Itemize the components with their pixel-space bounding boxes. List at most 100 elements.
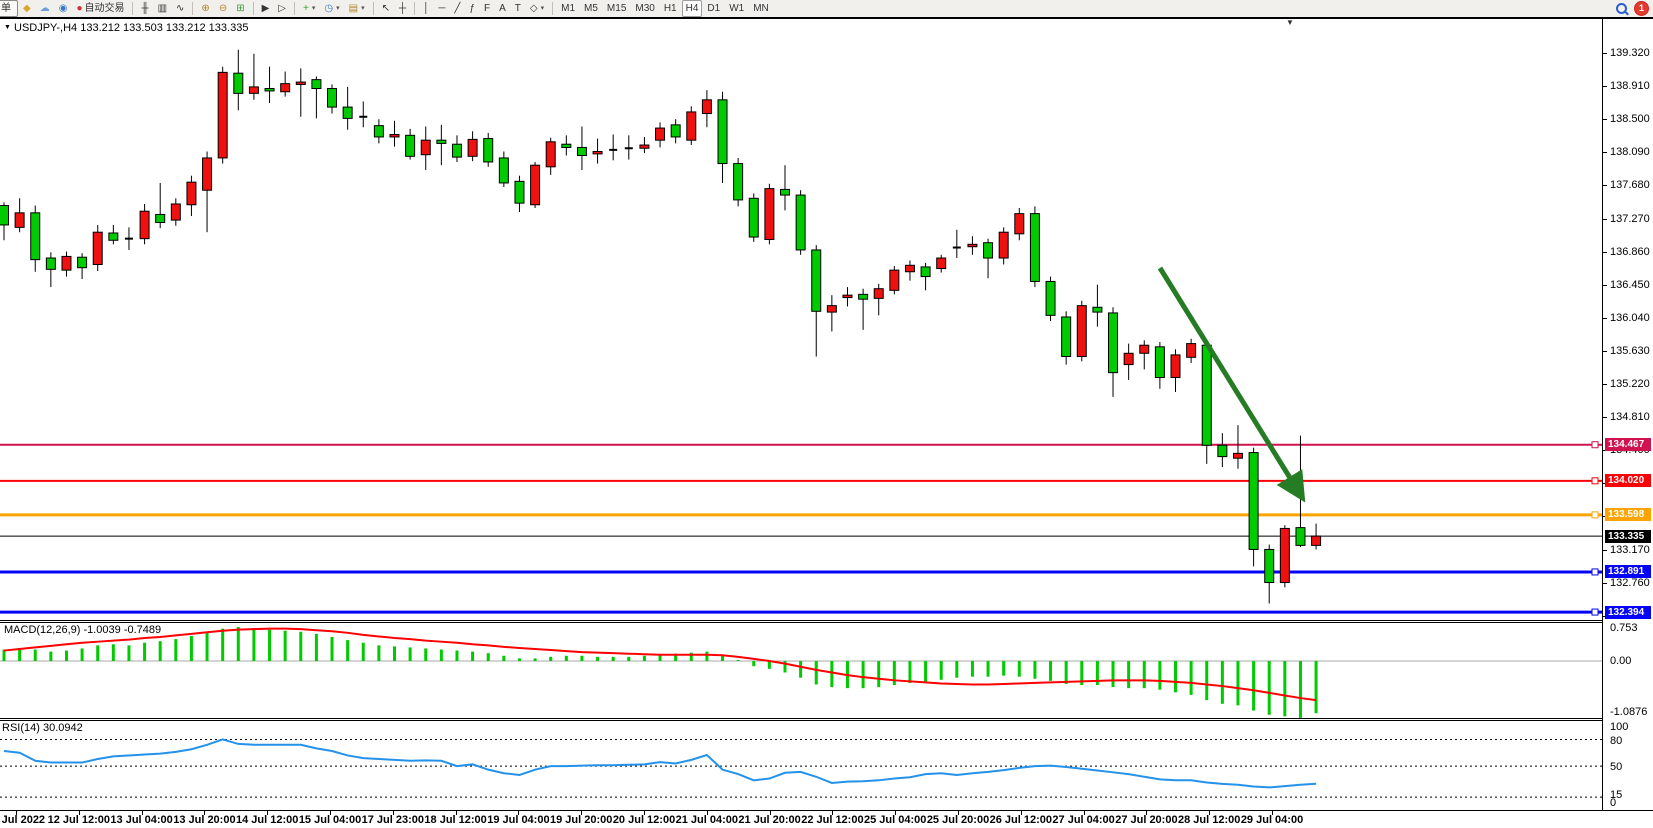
chart-canvas[interactable] bbox=[0, 17, 1602, 811]
toolbar-separator bbox=[414, 2, 415, 15]
symbol-ohlc-label: USDJPY-,H4 133.212 133.503 133.212 133.3… bbox=[14, 22, 248, 34]
chart-shift-icon: ▷ bbox=[278, 2, 286, 16]
arrows-icon[interactable]: ◇▾ bbox=[526, 0, 548, 17]
line-chart-icon[interactable]: ∿ bbox=[172, 0, 188, 17]
price-tick-label: 139.320 bbox=[1610, 47, 1650, 59]
text-icon[interactable]: A bbox=[495, 0, 510, 17]
candles[interactable] bbox=[0, 50, 1321, 604]
time-tick-label: 22 Jul 12:00 bbox=[801, 814, 863, 826]
fibonacci-icon: F bbox=[484, 2, 490, 16]
price-axis[interactable]: 139.320138.910138.500138.090137.680137.2… bbox=[1602, 19, 1653, 810]
signals-icon[interactable]: ◉ bbox=[55, 0, 72, 17]
timeframe-m1[interactable]: M1 bbox=[557, 0, 579, 17]
timeframe-w1[interactable]: W1 bbox=[725, 0, 748, 17]
new-order-button[interactable]: 单 bbox=[0, 0, 18, 17]
price-tick-label: 135.220 bbox=[1610, 378, 1650, 390]
bar-chart-icon[interactable]: ╫ bbox=[137, 0, 152, 17]
level-anchor-icon[interactable] bbox=[1592, 569, 1598, 575]
notification-badge[interactable]: 1 bbox=[1635, 2, 1648, 15]
timeframe-h1[interactable]: H1 bbox=[660, 0, 681, 17]
zoom-in-icon[interactable]: ⊕ bbox=[197, 0, 213, 17]
price-level-badge[interactable]: 134.467 bbox=[1605, 438, 1651, 451]
indicators-button[interactable]: +▾ bbox=[299, 0, 319, 17]
level-anchor-icon[interactable] bbox=[1592, 478, 1598, 484]
autotrading-button: ● bbox=[76, 2, 82, 16]
pane-separator[interactable] bbox=[0, 622, 1653, 623]
toolbar: 单◆☁◉●自动交易╫▥∿⊕⊖⊞▶▷+▾◷▾▤▾↖┼│─╱ƒFAT◇▾M1M5M1… bbox=[0, 0, 1653, 17]
search-icon[interactable] bbox=[1616, 3, 1627, 14]
pane-separator[interactable] bbox=[0, 720, 1653, 721]
history-center-icon[interactable]: ◆ bbox=[19, 0, 35, 17]
periods-button[interactable]: ◷▾ bbox=[320, 0, 343, 17]
price-tick-label: 136.860 bbox=[1610, 246, 1650, 258]
timeframe-m30[interactable]: M30 bbox=[631, 0, 658, 17]
price-tick-label: 138.910 bbox=[1610, 80, 1650, 92]
candlestick-chart-icon[interactable]: ▥ bbox=[154, 0, 171, 17]
timeframe-m5[interactable]: M5 bbox=[580, 0, 602, 17]
time-tick-label: 28 Jul 12:00 bbox=[1178, 814, 1240, 826]
chevron-down-icon: ▾ bbox=[361, 2, 365, 16]
chart-shift-icon[interactable]: ▷ bbox=[274, 0, 290, 17]
price-level-badge[interactable]: 132.891 bbox=[1605, 565, 1651, 578]
fibonacci-icon[interactable]: F bbox=[480, 0, 494, 17]
price-level-badge[interactable]: 134.020 bbox=[1605, 474, 1651, 487]
level-anchor-icon[interactable] bbox=[1592, 512, 1598, 518]
horizontal-line-icon: ─ bbox=[438, 2, 445, 16]
chart-shift-marker-icon[interactable]: ▼ bbox=[1286, 18, 1294, 27]
price-tick bbox=[1603, 86, 1607, 87]
horizontal-line-icon[interactable]: ─ bbox=[434, 0, 449, 17]
trend-arrow[interactable] bbox=[1160, 268, 1300, 494]
vertical-line-icon[interactable]: │ bbox=[419, 0, 433, 17]
timeframe-h4[interactable]: H4 bbox=[682, 0, 703, 17]
macd-label: MACD(12,26,9) -1.0039 -0.7489 bbox=[4, 624, 161, 636]
time-tick-label: 18 Jul 12:00 bbox=[424, 814, 486, 826]
time-tick-label: 29 Jul 04:00 bbox=[1241, 814, 1303, 826]
indicators-button: + bbox=[303, 2, 309, 16]
trendline-icon[interactable]: ╱ bbox=[450, 0, 464, 17]
time-axis[interactable]: 11 Jul 202212 Jul 12:0013 Jul 04:0013 Ju… bbox=[0, 811, 1653, 828]
autotrading-button[interactable]: ●自动交易 bbox=[72, 0, 128, 17]
rsi-scale-label: 0 bbox=[1610, 797, 1616, 809]
zoom-out-icon[interactable]: ⊖ bbox=[215, 0, 231, 17]
cursor-icon[interactable]: ↖ bbox=[378, 0, 394, 17]
price-level-badge[interactable]: 133.598 bbox=[1605, 508, 1651, 521]
time-tick-label: 19 Jul 20:00 bbox=[550, 814, 612, 826]
chevron-down-icon[interactable]: ▼ bbox=[4, 24, 11, 31]
timeframe-m15[interactable]: M15 bbox=[603, 0, 630, 17]
rsi-scale-label: 80 bbox=[1610, 735, 1622, 747]
level-anchor-icon[interactable] bbox=[1592, 609, 1598, 615]
signals-icon: ◉ bbox=[59, 2, 68, 16]
time-tick-label: 27 Jul 04:00 bbox=[1052, 814, 1114, 826]
cloud-icon[interactable]: ☁ bbox=[36, 0, 54, 17]
text-label-icon[interactable]: T bbox=[511, 0, 525, 17]
pane-separator[interactable] bbox=[0, 718, 1653, 719]
templates-button[interactable]: ▤▾ bbox=[345, 0, 369, 17]
price-level-badge[interactable]: 132.394 bbox=[1605, 606, 1651, 619]
macd-scale-label: 0.00 bbox=[1610, 655, 1631, 667]
level-anchor-icon[interactable] bbox=[1592, 442, 1598, 448]
time-tick-label: 21 Jul 20:00 bbox=[738, 814, 800, 826]
auto-scroll-icon[interactable]: ▶ bbox=[258, 0, 274, 17]
timeframe-d1[interactable]: D1 bbox=[703, 0, 724, 17]
zoom-in-icon: ⊕ bbox=[201, 2, 209, 16]
timeframe-mn[interactable]: MN bbox=[749, 0, 773, 17]
auto-scroll-icon: ▶ bbox=[262, 2, 270, 16]
crosshair-icon[interactable]: ┼ bbox=[395, 0, 410, 17]
time-tick-label: 25 Jul 20:00 bbox=[927, 814, 989, 826]
price-tick bbox=[1603, 152, 1607, 153]
periods-button: ◷ bbox=[324, 2, 333, 16]
timeframe-m5-label: M5 bbox=[584, 2, 598, 16]
price-level-badge[interactable]: 133.335 bbox=[1605, 530, 1651, 543]
price-tick bbox=[1603, 384, 1607, 385]
macd-scale-label: -1.0876 bbox=[1610, 706, 1647, 718]
price-tick-label: 136.450 bbox=[1610, 279, 1650, 291]
tile-windows-icon[interactable]: ⊞ bbox=[232, 0, 248, 17]
toolbar-right: 1 bbox=[1616, 2, 1648, 15]
price-tick bbox=[1603, 550, 1607, 551]
cloud-icon: ☁ bbox=[40, 2, 50, 16]
equidistant-channel-icon[interactable]: ƒ bbox=[465, 0, 479, 17]
history-center-icon: ◆ bbox=[23, 2, 31, 16]
pane-separator[interactable] bbox=[0, 620, 1653, 621]
time-tick-label: 12 Jul 12:00 bbox=[48, 814, 110, 826]
price-tick-label: 133.170 bbox=[1610, 544, 1650, 556]
